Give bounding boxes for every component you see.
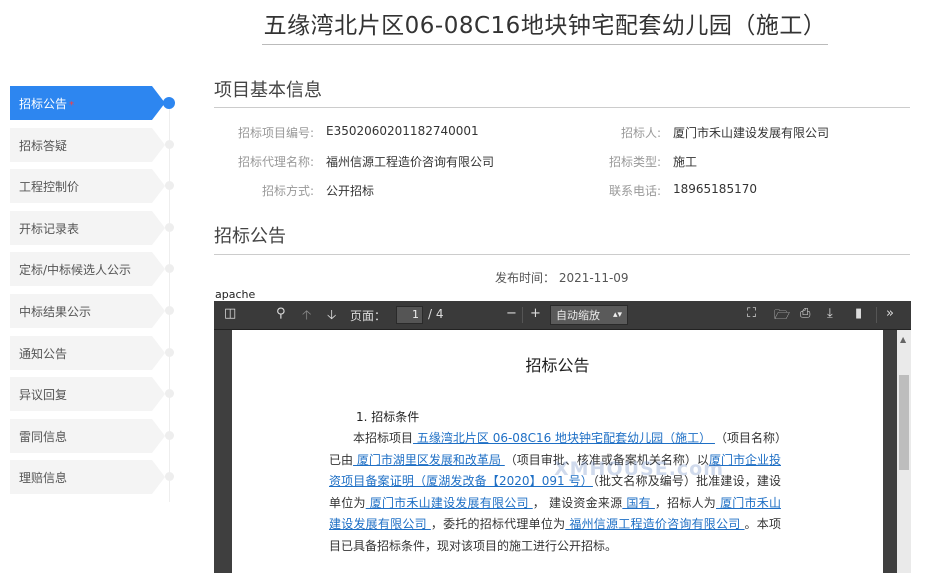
timeline-dot bbox=[165, 472, 174, 482]
section-divider bbox=[214, 107, 910, 108]
scroll-up-icon[interactable]: ▲ bbox=[900, 335, 906, 344]
pdf-page: 招标公告 1. 招标条件 本招标项目 五缘湾北片区 06-08C16 地块钟宅配… bbox=[232, 330, 883, 573]
page-label: 页面： bbox=[350, 309, 387, 323]
agent-value: 福州信源工程造价咨询有限公司 bbox=[326, 155, 495, 169]
sidebar-item-label: 雷同信息 bbox=[19, 429, 68, 444]
timeline-dot bbox=[165, 389, 174, 399]
timeline-dot-active bbox=[163, 97, 175, 109]
next-page-icon[interactable]: 🡣 bbox=[327, 306, 336, 328]
document-section-heading: 1. 招标条件 bbox=[356, 410, 420, 424]
agent-label: 招标代理名称: bbox=[237, 155, 314, 169]
print-icon[interactable]: ⎙ bbox=[800, 306, 810, 321]
tender-type-value: 施工 bbox=[673, 155, 698, 169]
sidebar-item-notices[interactable]: 通知公告 bbox=[10, 335, 174, 370]
search-icon[interactable]: ⚲ bbox=[276, 306, 286, 321]
sidebar-item-label: 定标/中标候选人公示 bbox=[19, 263, 132, 278]
required-mark: * bbox=[69, 100, 75, 111]
tender-method-value: 公开招标 bbox=[326, 184, 375, 198]
timeline-dot bbox=[165, 181, 174, 191]
tools-menu-icon[interactable]: » bbox=[886, 306, 894, 321]
tender-method-label: 招标方式: bbox=[261, 184, 314, 198]
timeline-dot bbox=[165, 264, 174, 274]
apache-label: apache bbox=[215, 288, 256, 301]
sidebar-item-label: 理赔信息 bbox=[19, 471, 68, 486]
fund-source-link[interactable]: 国有 bbox=[622, 496, 655, 510]
timeline-dot bbox=[165, 347, 174, 357]
phone-value: 18965185170 bbox=[673, 182, 757, 196]
project-no-label: 招标项目编号: bbox=[237, 126, 314, 140]
sidebar-item-similarity-info[interactable]: 雷同信息 bbox=[10, 418, 174, 453]
toolbar-separator bbox=[522, 307, 523, 323]
scrollbar[interactable]: ▲ bbox=[897, 330, 911, 573]
sidebar-item-label: 异议回复 bbox=[19, 388, 68, 403]
page-total: / 4 bbox=[428, 307, 444, 321]
sidebar-item-tender-qa[interactable]: 招标答疑 bbox=[10, 127, 174, 162]
sidebar-item-claim-info[interactable]: 理赔信息 bbox=[10, 460, 174, 495]
section-heading-project-info: 项目基本信息 bbox=[214, 80, 322, 101]
open-file-icon[interactable]: 🗁 bbox=[774, 306, 790, 328]
toolbar-separator bbox=[876, 307, 877, 323]
sidebar-item-label: 招标答疑 bbox=[19, 138, 68, 153]
zoom-out-icon[interactable]: − bbox=[506, 306, 517, 321]
section-heading-announcement: 招标公告 bbox=[214, 226, 286, 247]
tender-type-label: 招标类型: bbox=[608, 155, 661, 169]
timeline-dot bbox=[165, 139, 174, 149]
document-title: 招标公告 bbox=[525, 356, 590, 375]
sidebar-toggle-icon[interactable]: ◫ bbox=[224, 306, 236, 321]
sidebar-item-label: 中标结果公示 bbox=[19, 304, 92, 319]
page-number-input[interactable]: 1 bbox=[396, 306, 423, 324]
sidebar-item-control-price[interactable]: 工程控制价 bbox=[10, 169, 174, 204]
download-icon[interactable]: ⤓ bbox=[827, 306, 833, 321]
sidebar-item-tender-notice[interactable]: 招标公告 * bbox=[10, 86, 175, 120]
title-divider bbox=[262, 44, 828, 45]
document-paragraph: 本招标项目 五缘湾北片区 06-08C16 地块钟宅配套幼儿园（施工） （项目名… bbox=[329, 431, 781, 553]
timeline-dot bbox=[165, 430, 174, 440]
builder-link[interactable]: 厦门市禾山建设发展有限公司 bbox=[366, 496, 533, 510]
tenderer-value: 厦门市禾山建设发展有限公司 bbox=[673, 126, 830, 140]
chevron-updown-icon: ▴▾ bbox=[612, 310, 622, 320]
phone-label: 联系电话: bbox=[608, 184, 661, 198]
sidebar-item-label: 通知公告 bbox=[19, 346, 68, 361]
previous-page-icon[interactable]: 🡡 bbox=[302, 306, 311, 328]
section-divider bbox=[214, 254, 910, 255]
project-name-link[interactable]: 五缘湾北片区 06-08C16 地块钟宅配套幼儿园（施工） bbox=[413, 431, 715, 445]
sidebar-item-label: 招标公告 bbox=[19, 97, 68, 111]
publish-time: 发布时间： 2021-11-09 bbox=[495, 271, 629, 285]
scrollbar-thumb[interactable] bbox=[899, 375, 909, 470]
timeline-dot bbox=[165, 222, 174, 232]
sidebar-item-bid-opening-record[interactable]: 开标记录表 bbox=[10, 210, 174, 245]
fullscreen-icon[interactable]: ⛶ bbox=[747, 306, 756, 321]
sidebar-item-label: 工程控制价 bbox=[19, 180, 80, 195]
agent-link[interactable]: 福州信源工程造价咨询有限公司 bbox=[565, 517, 744, 531]
sidebar-item-label: 开标记录表 bbox=[19, 221, 80, 236]
zoom-select[interactable]: 自动缩放 ▴▾ bbox=[550, 305, 628, 325]
zoom-in-icon[interactable]: + bbox=[530, 306, 541, 321]
pdf-toolbar: ◫ ⚲ 🡡 🡣 页面： 1 / 4 − + 自动缩放 ▴▾ ⛶ 🗁 ⎙ ⤓ ▮ » bbox=[214, 301, 911, 330]
zoom-value: 自动缩放 bbox=[556, 309, 600, 322]
timeline-dot bbox=[165, 305, 174, 315]
sidebar-item-award-result[interactable]: 中标结果公示 bbox=[10, 293, 174, 328]
sidebar: 招标公告 * 招标答疑 工程控制价 开标记录表 定标/中标候选人公示 中标结果公示… bbox=[10, 86, 185, 502]
tenderer-label: 招标人: bbox=[620, 126, 661, 140]
pdf-viewer: ◫ ⚲ 🡡 🡣 页面： 1 / 4 − + 自动缩放 ▴▾ ⛶ 🗁 ⎙ ⤓ ▮ »… bbox=[214, 301, 911, 573]
project-no-value: E3502060201182740001 bbox=[326, 124, 479, 138]
page-title: 五缘湾北片区06-08C16地块钟宅配套幼儿园（施工） bbox=[263, 13, 827, 39]
bookmark-icon[interactable]: ▮ bbox=[855, 306, 862, 321]
watermark-logo: XMHOUSE.com bbox=[554, 458, 725, 480]
sidebar-item-objection-reply[interactable]: 异议回复 bbox=[10, 377, 174, 412]
approval-authority-link[interactable]: 厦门市湖里区发展和改革局 bbox=[353, 453, 505, 467]
sidebar-item-candidate-publicity[interactable]: 定标/中标候选人公示 bbox=[10, 252, 174, 287]
